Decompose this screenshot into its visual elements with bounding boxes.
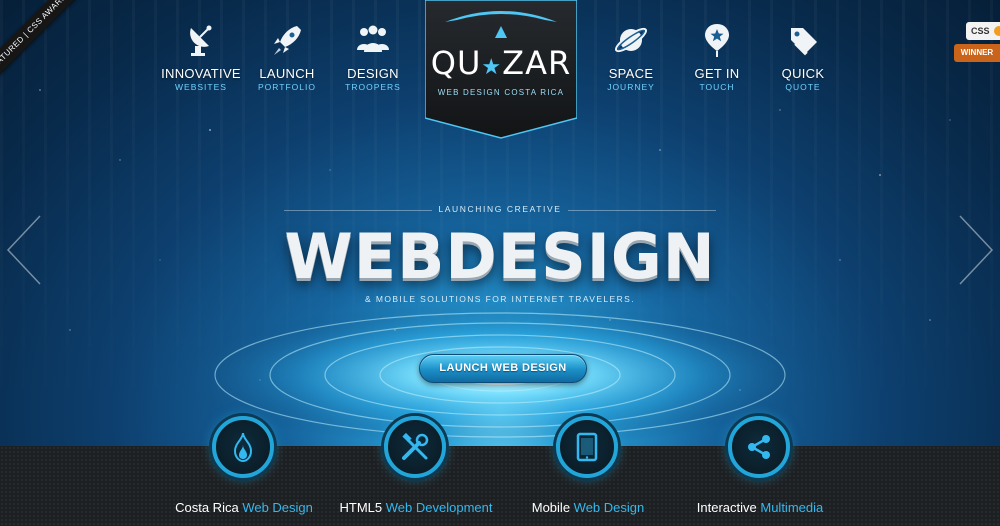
nav-item-space[interactable]: SPACE JOURNEY <box>586 20 676 92</box>
nav-item-quick-quote[interactable]: QUICK QUOTE <box>758 20 848 92</box>
nav-label: GET IN <box>694 66 740 81</box>
hero-kicker: LAUNCHING CREATIVE <box>438 204 562 214</box>
nav-label: INNOVATIVE <box>161 66 241 81</box>
logo-subtitle: WEB DESIGN COSTA RICA <box>437 88 565 97</box>
css-award-badge[interactable]: CSS <box>966 22 1000 40</box>
service-circle-mobile[interactable] <box>556 416 618 478</box>
css-award-label: CSS <box>971 26 990 36</box>
service-link-mobile[interactable]: Mobile Web Design <box>488 500 688 515</box>
nav-sublabel: JOURNEY <box>607 82 655 92</box>
service-link-web-design[interactable]: Costa Rica Web Design <box>144 500 344 515</box>
nav-sublabel: TROOPERS <box>345 82 401 92</box>
service-circle-web-design[interactable] <box>212 416 274 478</box>
hero-tagline: & MOBILE SOLUTIONS FOR INTERNET TRAVELER… <box>365 294 635 304</box>
logo-wordmark-right: ZAR <box>502 44 572 82</box>
planet-icon <box>614 27 648 53</box>
nav-sublabel: TOUCH <box>699 82 735 92</box>
service-circle-web-development[interactable] <box>384 416 446 478</box>
hero-headline: WEBDESIGN <box>284 220 716 293</box>
award-dot-icon <box>994 26 1000 36</box>
logo-wordmark-left: QU <box>430 44 482 82</box>
nav-label: QUICK <box>781 66 825 81</box>
rocket-icon <box>274 26 301 55</box>
nav-sublabel: WEBSITES <box>175 82 227 92</box>
nav-label: DESIGN <box>347 66 399 81</box>
satellite-dish-icon <box>190 25 212 56</box>
winner-badge[interactable]: WINNER <box>954 44 1000 62</box>
tools-icon <box>402 432 429 460</box>
service-prefix: Mobile <box>531 500 571 515</box>
quazar-logo[interactable]: QU★ZAR WEB DESIGN COSTA RICA <box>424 0 578 140</box>
slider-next-arrow-icon[interactable] <box>956 214 996 286</box>
service-accent: Web Design <box>242 500 313 515</box>
map-pin-star-icon <box>705 24 729 57</box>
nav-label: LAUNCH <box>259 66 315 81</box>
share-icon <box>748 435 770 459</box>
nav-item-launch[interactable]: LAUNCH PORTFOLIO <box>242 20 332 92</box>
nav-label: SPACE <box>608 66 654 81</box>
service-prefix: Interactive <box>696 500 757 515</box>
tablet-icon <box>576 432 598 462</box>
service-accent: Web Development <box>385 500 493 515</box>
service-accent: Multimedia <box>760 500 824 515</box>
price-tag-icon <box>791 28 817 56</box>
nav-item-get-in-touch[interactable]: GET IN TOUCH <box>672 20 762 92</box>
service-link-web-development[interactable]: HTML5 Web Development <box>316 500 516 515</box>
logo-star-icon: ★ <box>481 55 503 80</box>
service-prefix: Costa Rica <box>175 500 239 515</box>
nav-sublabel: QUOTE <box>785 82 821 92</box>
flame-icon <box>233 432 253 463</box>
nav-sublabel: PORTFOLIO <box>258 82 316 92</box>
team-icon <box>357 25 389 52</box>
service-accent: Web Design <box>573 500 645 515</box>
slider-prev-arrow-icon[interactable] <box>4 214 44 286</box>
service-circle-multimedia[interactable] <box>728 416 790 478</box>
nav-item-design[interactable]: DESIGN TROOPERS <box>328 20 418 92</box>
service-link-multimedia[interactable]: Interactive Multimedia <box>660 500 860 515</box>
service-prefix: HTML5 <box>339 500 383 515</box>
nav-item-innovative[interactable]: INNOVATIVE WEBSITES <box>156 20 246 92</box>
launch-web-design-button[interactable]: LAUNCH WEB DESIGN <box>419 354 587 383</box>
